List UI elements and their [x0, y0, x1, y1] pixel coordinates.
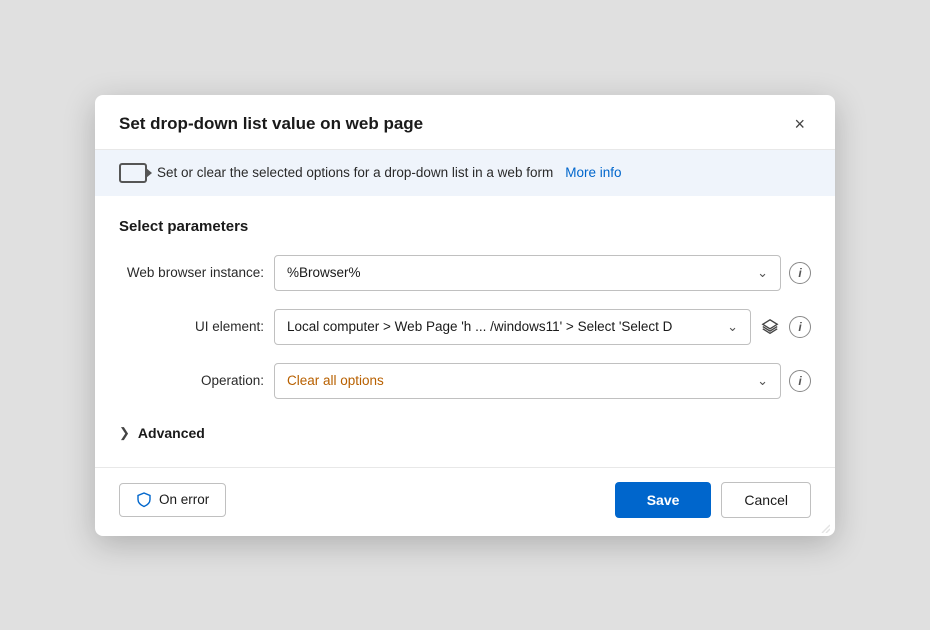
shield-icon	[136, 492, 152, 508]
browser-row: Web browser instance: %Browser% ⌄ i	[119, 255, 811, 291]
ui-element-row: UI element: Local computer > Web Page 'h…	[119, 309, 811, 345]
resize-handle[interactable]	[818, 521, 830, 533]
dialog-header: Set drop-down list value on web page ×	[95, 95, 835, 150]
more-info-link[interactable]: More info	[565, 165, 621, 180]
operation-dropdown[interactable]: Clear all options ⌄	[274, 363, 781, 399]
on-error-button[interactable]: On error	[119, 483, 226, 517]
layers-icon[interactable]	[759, 316, 781, 338]
dialog-footer: On error Save Cancel	[95, 467, 835, 536]
ui-element-dropdown-arrow: ⌄	[727, 319, 738, 335]
on-error-label: On error	[159, 492, 209, 507]
ui-element-label: UI element:	[119, 319, 264, 334]
operation-info-icon[interactable]: i	[789, 370, 811, 392]
ui-element-dropdown[interactable]: Local computer > Web Page 'h ... /window…	[274, 309, 751, 345]
dialog-title: Set drop-down list value on web page	[119, 114, 423, 134]
browser-info-icon[interactable]: i	[789, 262, 811, 284]
browser-dropdown-arrow: ⌄	[757, 265, 768, 281]
footer-right: Save Cancel	[615, 482, 811, 518]
operation-label: Operation:	[119, 373, 264, 388]
ui-element-dropdown-value: Local computer > Web Page 'h ... /window…	[287, 319, 672, 334]
browser-dropdown[interactable]: %Browser% ⌄	[274, 255, 781, 291]
close-button[interactable]: ×	[788, 113, 811, 135]
browser-dropdown-value: %Browser%	[287, 265, 361, 280]
section-title: Select parameters	[119, 218, 811, 235]
advanced-chevron-icon: ❯	[119, 425, 130, 441]
browser-label: Web browser instance:	[119, 265, 264, 280]
banner-description: Set or clear the selected options for a …	[157, 165, 553, 180]
operation-control-wrap: Clear all options ⌄ i	[274, 363, 811, 399]
cancel-button[interactable]: Cancel	[721, 482, 811, 518]
info-banner: Set or clear the selected options for a …	[95, 150, 835, 196]
dropdown-icon	[119, 163, 147, 183]
operation-dropdown-value: Clear all options	[287, 373, 384, 388]
browser-control-wrap: %Browser% ⌄ i	[274, 255, 811, 291]
dialog: Set drop-down list value on web page × S…	[95, 95, 835, 536]
ui-element-control-wrap: Local computer > Web Page 'h ... /window…	[274, 309, 811, 345]
save-button[interactable]: Save	[615, 482, 712, 518]
advanced-label: Advanced	[138, 425, 205, 441]
ui-element-info-icon[interactable]: i	[789, 316, 811, 338]
advanced-row[interactable]: ❯ Advanced	[119, 417, 811, 449]
operation-row: Operation: Clear all options ⌄ i	[119, 363, 811, 399]
operation-dropdown-arrow: ⌄	[757, 373, 768, 389]
dialog-body: Select parameters Web browser instance: …	[95, 196, 835, 459]
